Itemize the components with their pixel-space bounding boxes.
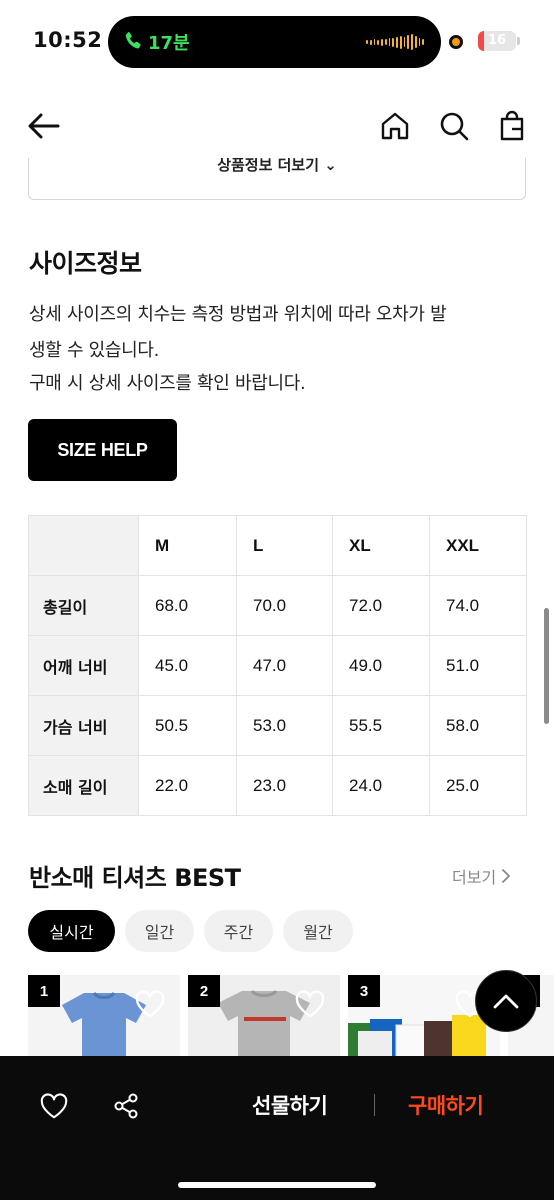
size-column-header: XL: [332, 515, 430, 576]
cart-button[interactable]: [494, 108, 530, 144]
page-scrollbar[interactable]: [544, 608, 549, 724]
top-navigation: [0, 100, 554, 156]
tab-monthly[interactable]: 월간: [283, 910, 353, 952]
wishlist-button[interactable]: [39, 1091, 69, 1121]
phone-icon: [125, 32, 141, 49]
battery-level-text: 16: [487, 33, 507, 48]
table-row: 어깨 너비 45.0 47.0 49.0 51.0: [28, 635, 527, 696]
battery-icon: 16: [478, 31, 516, 51]
best-product-list: 1 2 3: [28, 975, 554, 1060]
more-link-label: 더보기: [452, 868, 497, 887]
more-link[interactable]: 더보기: [452, 864, 512, 888]
size-column-header: XXL: [429, 515, 527, 576]
product-card[interactable]: 2: [188, 975, 340, 1060]
gift-button[interactable]: 선물하기: [252, 1090, 328, 1120]
share-icon: [114, 1093, 138, 1119]
recording-indicator-icon: [449, 35, 463, 49]
size-cell: 49.0: [332, 635, 430, 696]
bottom-bar-divider: [374, 1094, 375, 1116]
size-cell: 51.0: [429, 635, 527, 696]
chevron-right-icon: [502, 869, 511, 883]
battery-tip: [517, 37, 520, 45]
status-bar: 10:52 17분 16: [0, 0, 554, 86]
size-table-corner: [28, 515, 139, 576]
size-cell: 45.0: [138, 635, 237, 696]
table-row: 총길이 68.0 70.0 72.0 74.0: [28, 575, 527, 636]
product-card[interactable]: 1: [28, 975, 180, 1060]
status-time: 10:52: [33, 28, 103, 52]
size-column-header: M: [138, 515, 237, 576]
dynamic-island[interactable]: 17분: [108, 16, 441, 68]
size-row-label: 가슴 너비: [28, 695, 139, 756]
search-button[interactable]: [436, 108, 472, 144]
shopping-bag-icon: [500, 110, 524, 141]
size-help-button[interactable]: SIZE HELP: [28, 419, 177, 481]
tab-daily[interactable]: 일간: [125, 910, 194, 952]
product-rank: 2: [188, 975, 220, 1007]
tab-weekly[interactable]: 주간: [204, 910, 273, 952]
tab-realtime[interactable]: 실시간: [28, 910, 115, 952]
best-section-title: 반소매 티셔츠 BEST: [29, 864, 241, 892]
home-icon: [381, 112, 409, 140]
arrow-left-icon: [28, 113, 60, 139]
size-cell: 58.0: [429, 695, 527, 756]
bottom-action-bar: [0, 1056, 554, 1200]
size-row-label: 총길이: [28, 575, 139, 636]
size-row-label: 소매 길이: [28, 755, 139, 816]
home-button[interactable]: [377, 108, 413, 144]
size-table-header-row: M L XL XXL: [28, 515, 527, 576]
size-cell: 47.0: [236, 635, 333, 696]
size-cell: 55.5: [332, 695, 430, 756]
table-row: 가슴 너비 50.5 53.0 55.5 58.0: [28, 695, 527, 756]
chevron-up-icon: [493, 994, 519, 1009]
size-cell: 72.0: [332, 575, 430, 636]
size-cell: 23.0: [236, 755, 333, 816]
size-column-header: L: [236, 515, 333, 576]
size-row-label: 어깨 너비: [28, 635, 139, 696]
audio-wave-icon: [366, 33, 424, 51]
size-cell: 22.0: [138, 755, 237, 816]
heart-icon[interactable]: [134, 989, 166, 1019]
share-button[interactable]: [111, 1091, 141, 1121]
size-cell: 53.0: [236, 695, 333, 756]
table-row: 소매 길이 22.0 23.0 24.0 25.0: [28, 755, 527, 816]
product-rank: 3: [348, 975, 380, 1007]
scroll-to-top-button[interactable]: [475, 970, 537, 1032]
size-cell: 24.0: [332, 755, 430, 816]
search-icon: [440, 112, 469, 141]
size-cell: 25.0: [429, 755, 527, 816]
product-rank: 1: [28, 975, 60, 1007]
buy-button[interactable]: 구매하기: [408, 1090, 484, 1120]
heart-icon[interactable]: [294, 989, 326, 1019]
size-info-desc-line-3: 구매 시 상세 사이즈를 확인 바랍니다.: [29, 373, 306, 394]
size-cell: 70.0: [236, 575, 333, 636]
size-cell: 74.0: [429, 575, 527, 636]
call-duration: 17분: [148, 33, 190, 54]
size-info-desc-line-1: 상세 사이즈의 치수는 측정 방법과 위치에 따라 오차가 발: [29, 304, 447, 325]
size-cell: 68.0: [138, 575, 237, 636]
size-cell: 50.5: [138, 695, 237, 756]
heart-icon: [40, 1093, 68, 1119]
home-indicator: [178, 1182, 376, 1188]
size-info-desc-line-2: 생할 수 있습니다.: [29, 340, 160, 361]
size-info-title: 사이즈정보: [29, 249, 142, 278]
back-button[interactable]: [26, 108, 62, 144]
size-table: M L XL XXL 총길이 68.0 70.0 72.0 74.0 어깨 너비…: [28, 515, 527, 816]
